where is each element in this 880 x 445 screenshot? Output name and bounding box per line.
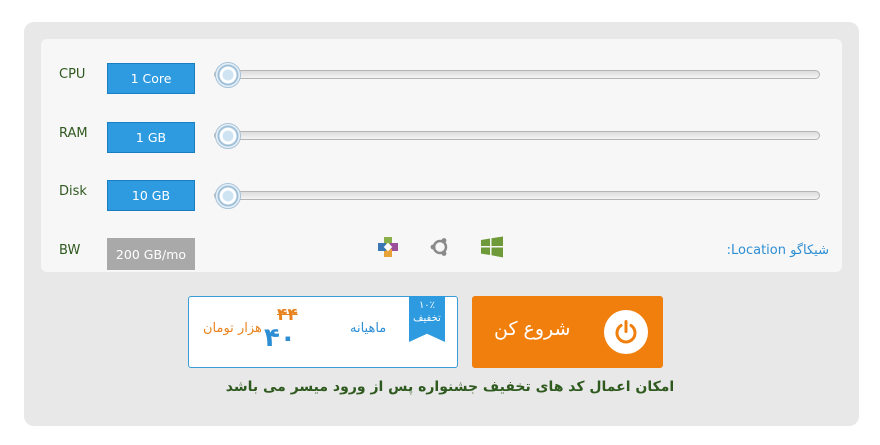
bw-value: 200 GB/mo [107,238,195,270]
centos-icon[interactable] [376,235,400,259]
discount-label: تخفیف [413,313,441,324]
disk-slider-track[interactable] [214,191,820,200]
new-price: ۴۰ [264,323,296,353]
cpu-value: 1 Core [107,63,195,94]
billing-period: ماهیانه [350,321,387,336]
start-button[interactable]: شروع کن [472,296,663,368]
disk-label: Disk [59,184,87,199]
start-button-label: شروع کن [494,318,571,340]
bw-label: BW [59,243,81,258]
old-price: ۴۴ [277,305,298,325]
cpu-slider-thumb[interactable] [215,62,241,88]
ram-label: RAM [59,126,88,141]
location-label: Location: [726,243,786,258]
cpu-slider-track[interactable] [214,70,820,79]
disk-value: 10 GB [107,180,195,211]
disk-slider-thumb[interactable] [215,183,241,209]
location-value: شیکاگو [790,243,829,258]
cpu-label: CPU [59,67,86,82]
discount-note: امکان اعمال کد های تخفیف جشنواره پس از و… [225,379,675,395]
discount-percent: ۱۰٪ [418,300,436,311]
windows-icon[interactable] [480,235,504,259]
ram-slider-track[interactable] [214,131,820,140]
price-box: ۱۰٪ تخفیف ماهیانه ۴۴ ۴۰ هزار تومان [188,296,458,368]
price-unit: هزار تومان [203,321,262,336]
ram-slider-thumb[interactable] [215,123,241,149]
ubuntu-icon[interactable] [428,235,452,259]
discount-ribbon: ۱۰٪ تخفیف [409,296,445,342]
ram-value: 1 GB [107,122,195,153]
power-icon [604,310,648,354]
location: شیکاگو Location: [727,243,829,258]
